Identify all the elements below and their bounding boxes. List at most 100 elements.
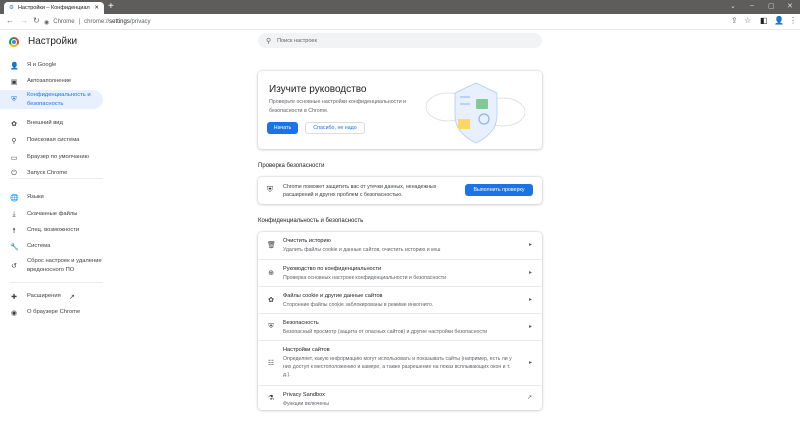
chevron-right-icon: ▸: [528, 323, 532, 330]
person-icon: 👤: [10, 62, 19, 70]
sidebar-item-7[interactable]: 🌐 Языки: [0, 192, 103, 203]
wrench-icon: 🔧: [10, 243, 19, 251]
sidebar-item-label: Скачанные файлы: [27, 211, 78, 217]
privacy-row-5[interactable]: ⚗ Privacy Sandbox Функции включены ↗: [258, 385, 542, 410]
privacy-row-1[interactable]: ⊕ Руководство по конфиденциальности Пров…: [258, 259, 542, 286]
flask-icon: ⚗: [267, 394, 275, 402]
sidebar-item-label: Сброс настроек и удаление вредоносного П…: [27, 257, 102, 273]
sidebar-item-label: Внешний вид: [27, 120, 63, 126]
chrome-logo-icon: [9, 37, 19, 47]
close-tab-icon[interactable]: ✕: [94, 5, 99, 11]
sidebar-item-13[interactable]: ◉ О браузере Chrome: [0, 307, 103, 318]
sidebar-item-label: Конфиденциальность и безопасность: [27, 91, 91, 107]
profile-icon[interactable]: 👤: [774, 16, 784, 25]
settings-gear-icon: ⚙: [9, 5, 14, 11]
separator: |: [78, 19, 81, 25]
sidebar-item-8[interactable]: ⤓ Скачанные файлы: [0, 209, 103, 220]
privacy-heading: Конфиденциальность и безопасность: [258, 218, 364, 224]
chevron-right-icon: ▸: [528, 269, 532, 276]
bookmark-star-icon[interactable]: ☆: [744, 16, 751, 25]
search-icon: ⚲: [11, 137, 17, 145]
back-icon[interactable]: ←: [6, 16, 14, 25]
run-safety-check-button[interactable]: Выполнить проверку: [465, 184, 533, 196]
privacy-card: 🗑 Очистить историю Удалить файлы cookie …: [258, 232, 542, 410]
guide-title: Изучите руководство: [269, 84, 367, 95]
tune-icon: ☷: [267, 359, 275, 367]
power-icon: ⏻: [11, 169, 17, 177]
sidebar-item-label: Поисковая система: [27, 137, 80, 143]
sidebar-item-9[interactable]: ☨ Спец. возможности: [0, 225, 103, 236]
sidebar-item-label: Запуск Chrome: [27, 170, 68, 176]
sidebar-item-4[interactable]: ⚲ Поисковая система: [0, 135, 103, 146]
sidebar-item-12[interactable]: ✚ Расширения ↗: [0, 291, 103, 302]
row-subtitle: Проверка основных настроек конфиденциаль…: [283, 275, 447, 281]
sidebar-item-label: Браузер по умолчанию: [27, 154, 89, 160]
divider: [10, 282, 103, 283]
privacy-illustration: [425, 82, 526, 144]
sidebar-item-0[interactable]: 👤 Я и Google: [0, 60, 103, 71]
privacy-row-3[interactable]: ⛨ Безопасность Безопасный просмотр (защи…: [258, 313, 542, 340]
external-link-icon: ↗: [526, 394, 532, 401]
menu-icon[interactable]: ⋮: [789, 16, 797, 25]
search-input[interactable]: ⚲ Поиск настроек: [258, 33, 542, 48]
close-window-button[interactable]: ✕: [787, 2, 793, 10]
maximize-button[interactable]: ▢: [768, 2, 775, 10]
row-title: Очистить историю: [283, 238, 331, 244]
sidebar-item-label: Спец. возможности: [27, 227, 80, 233]
privacy-row-4[interactable]: ☷ Настройки сайтов Определяет, какую инф…: [258, 340, 542, 385]
browser-icon: ▭: [10, 154, 18, 162]
sidebar-item-label: Система: [27, 243, 51, 249]
safety-check-heading: Проверка безопасности: [258, 163, 325, 169]
sidebar-item-2[interactable]: ⛨ Конфиденциальность и безопасность: [0, 90, 103, 109]
address-bar[interactable]: ◉ Chrome | chrome://settings/privacy: [44, 16, 734, 28]
page-title: Настройки: [28, 36, 78, 47]
tab-strip: ⚙ Настройки – Конфиденциальность ✕ + ⌄ –…: [0, 0, 800, 14]
url-prefix: chrome://: [84, 19, 110, 25]
row-subtitle: Функции включены: [283, 401, 329, 407]
row-subtitle: Определяет, какую информацию могут испол…: [283, 356, 512, 378]
chevron-right-icon: ▸: [528, 241, 532, 248]
clipboard-icon: ▣: [10, 78, 18, 86]
guide-text: Проверьте основные настройки конфиденциа…: [269, 99, 407, 114]
privacy-row-0[interactable]: 🗑 Очистить историю Удалить файлы cookie …: [258, 232, 542, 259]
row-title: Файлы cookie и другие данные сайтов: [283, 293, 383, 299]
dismiss-button[interactable]: Спасибо, не надо: [305, 122, 365, 134]
sidebar-item-5[interactable]: ▭ Браузер по умолчанию: [0, 152, 103, 163]
tab-search-icon[interactable]: ⌄: [730, 2, 736, 10]
sidebar-item-10[interactable]: 🔧 Система: [0, 241, 103, 252]
row-subtitle: Безопасный просмотр (защита от опасных с…: [283, 329, 488, 335]
puzzle-icon: ✚: [11, 293, 17, 301]
sidebar-item-1[interactable]: ▣ Автозаполнение: [0, 76, 103, 87]
sidebar-item-3[interactable]: ✿ Внешний вид: [0, 118, 103, 129]
forward-icon[interactable]: →: [20, 16, 28, 25]
reset-icon: ↺: [11, 262, 17, 270]
sidebar-item-11[interactable]: ↺ Сброс настроек и удаление вредоносного …: [0, 256, 103, 275]
privacy-guide-card: Изучите руководство Проверьте основные н…: [258, 71, 542, 149]
new-tab-button[interactable]: +: [108, 1, 114, 12]
row-title: Безопасность: [283, 320, 319, 326]
minimize-button[interactable]: –: [750, 2, 754, 9]
row-title: Руководство по конфиденциальности: [283, 266, 382, 272]
divider: [10, 178, 103, 179]
cookie-icon: ✿: [268, 296, 274, 304]
chevron-right-icon: ▸: [528, 296, 532, 303]
start-button[interactable]: Начать: [267, 122, 298, 134]
shield-check-icon: ⛨: [267, 185, 273, 194]
url-host: settings: [109, 19, 130, 25]
shield-icon: ⛨: [268, 322, 274, 330]
url-path: /privacy: [129, 19, 151, 25]
reload-icon[interactable]: ↻: [33, 16, 40, 25]
add-circle-icon: ⊕: [268, 269, 274, 277]
privacy-row-2[interactable]: ✿ Файлы cookie и другие данные сайтов Ст…: [258, 286, 542, 313]
sidebar-item-label: Я и Google: [27, 62, 57, 68]
toolbar: ← → ↻ ◉ Chrome | chrome://settings/priva…: [0, 14, 800, 30]
safety-check-card: ⛨ Chrome поможет защитить вас от утечки …: [258, 177, 542, 204]
side-panel-icon[interactable]: ◧: [760, 16, 768, 25]
settings-header: Настройки ⚲ Поиск настроек: [0, 30, 800, 54]
url: chrome://settings/privacy: [84, 19, 150, 25]
tab-title: Настройки – Конфиденциальность: [17, 5, 90, 11]
shield-icon: ⛨: [11, 95, 17, 103]
share-icon[interactable]: ⇪: [731, 16, 738, 25]
chrome-icon: ◉: [10, 309, 18, 317]
tab-settings[interactable]: ⚙ Настройки – Конфиденциальность ✕: [4, 2, 104, 14]
